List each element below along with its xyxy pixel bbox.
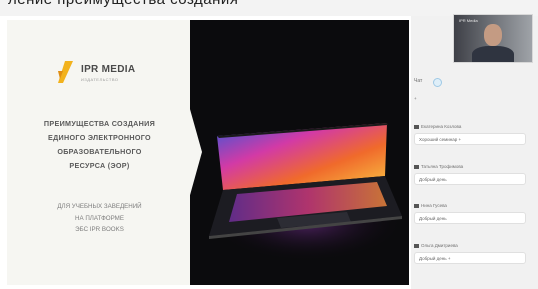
- user-icon: [414, 243, 419, 248]
- logo-name: IPR MEDIA: [81, 64, 136, 75]
- slide-subtitle-line: ДЛЯ УЧЕБНЫХ ЗАВЕДЕНИЙ: [57, 203, 142, 210]
- presentation-slide: IPR MEDIA ИЗДАТЕЛЬСТВО ПРЕИМУЩЕСТВА СОЗД…: [7, 20, 409, 285]
- slide-title-line: ПРЕИМУЩЕСТВА СОЗДАНИЯ: [43, 119, 156, 128]
- chat-author: Татьяна Трофимова: [421, 164, 464, 169]
- user-icon: [414, 164, 419, 169]
- chat-author: Екатерина Козлова: [421, 124, 462, 129]
- chat-message: Екатерина Козлова Хороший семинар +: [414, 124, 534, 145]
- top-cut-text: ление преимущества создания: [8, 0, 238, 8]
- slide-title-line: РЕСУРСА (ЭОР): [69, 161, 130, 170]
- slide-subtitle-line: ЭБС IPR BOOKS: [75, 226, 124, 233]
- video-tile[interactable]: IPR Media: [453, 14, 533, 63]
- chat-bubble: Добрый день: [414, 173, 526, 185]
- chat-bubble: Добрый день +: [414, 252, 526, 264]
- logo-tagline: ИЗДАТЕЛЬСТВО: [81, 77, 119, 82]
- chat-bubble: Добрый день: [414, 212, 526, 224]
- slide-title-line: ОБРАЗОВАТЕЛЬНОГО: [57, 147, 142, 156]
- slide-subtitle-line: НА ПЛАТФОРМЕ: [75, 214, 124, 222]
- chat-first-line: +: [414, 96, 534, 101]
- slide-title: ПРЕИМУЩЕСТВА СОЗДАНИЯ ЕДИНОГО ЭЛЕКТРОННО…: [27, 117, 172, 173]
- chat-bubble: Хороший семинар +: [414, 133, 526, 145]
- chat-author: Нина Гусева: [421, 203, 447, 208]
- participant-label: IPR Media: [459, 18, 478, 23]
- slide-title-line: ЕДИНОГО ЭЛЕКТРОННОГО: [48, 133, 151, 142]
- chat-author: Ольга Дмитриева: [421, 243, 458, 248]
- chat-first-text: +: [414, 96, 417, 101]
- laptop-image: [207, 123, 407, 263]
- ipr-logo-icon: [58, 61, 73, 83]
- user-icon: [414, 203, 419, 208]
- chat-message: Татьяна Трофимова Добрый день: [414, 164, 534, 185]
- chat-message: Нина Гусева Добрый день: [414, 203, 534, 224]
- chat-header: Чат: [414, 78, 423, 84]
- user-icon: [414, 124, 419, 129]
- slide-subtitle: ДЛЯ УЧЕБНЫХ ЗАВЕДЕНИЙ НА ПЛАТФОРМЕ ЭБС I…: [27, 201, 172, 236]
- chat-status-icon[interactable]: [433, 78, 442, 87]
- participant-body: [472, 46, 514, 62]
- participant-face: [484, 24, 502, 46]
- chat-message: Ольга Дмитриева Добрый день +: [414, 243, 534, 264]
